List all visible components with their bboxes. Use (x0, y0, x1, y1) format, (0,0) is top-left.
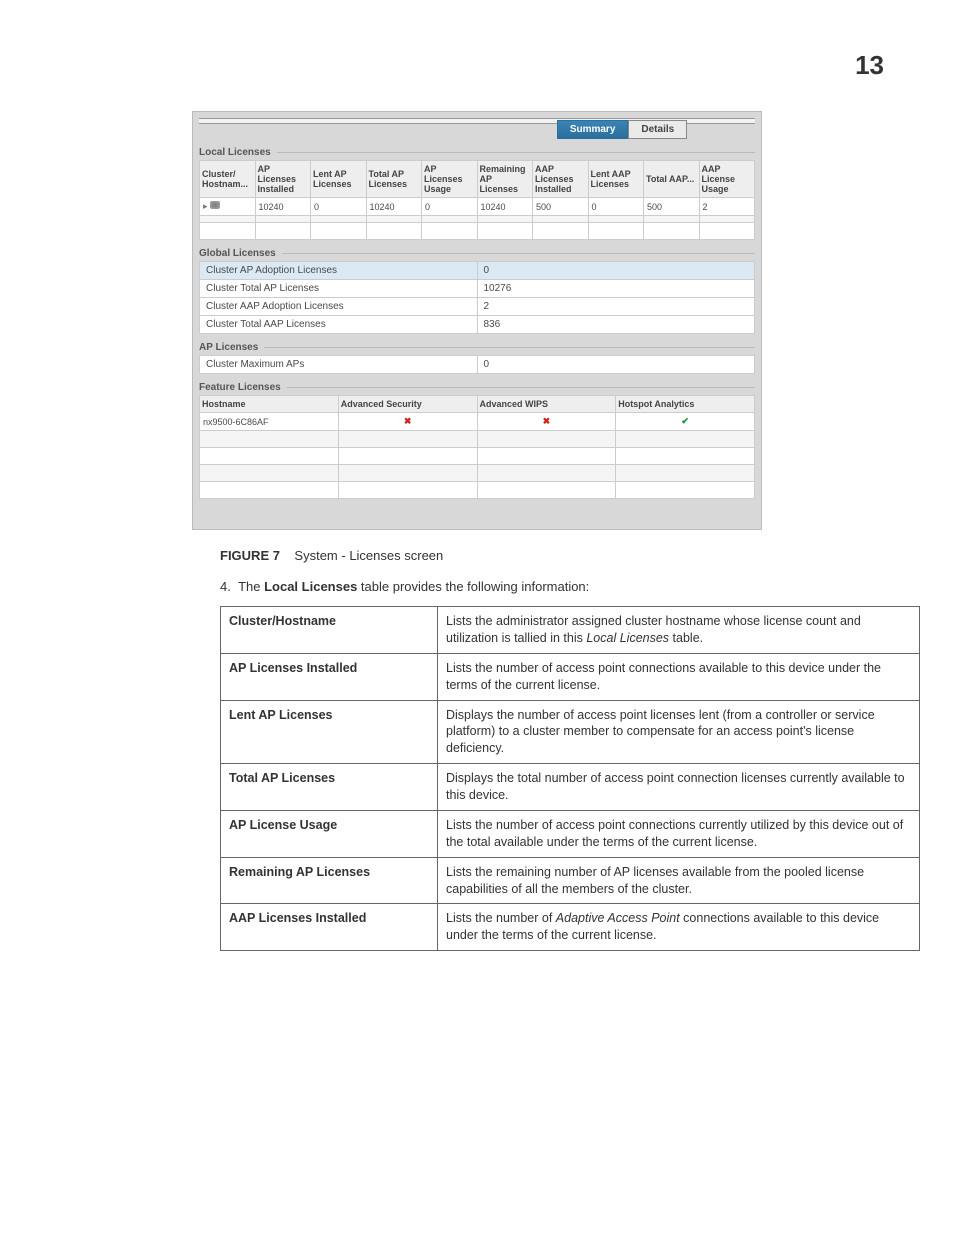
table-row: Cluster/Hostname Lists the administrator… (221, 607, 920, 654)
col-aap-installed: AAP Licenses Installed (533, 161, 589, 198)
col-cluster: Cluster/ Hostnam... (200, 161, 256, 198)
term: Remaining AP Licenses (221, 857, 438, 904)
global-licenses-label: Global Licenses (199, 248, 276, 259)
table-row: AP License Usage Lists the number of acc… (221, 810, 920, 857)
check-icon: ✔ (616, 413, 755, 431)
tab-summary[interactable]: Summary (557, 120, 629, 139)
table-row: Cluster Total AAP Licenses836 (200, 316, 755, 334)
term: AP Licenses Installed (221, 653, 438, 700)
cell: 2 (699, 198, 755, 216)
col-adv-wips: Advanced WIPS (477, 396, 616, 413)
col-ap-usage: AP Licenses Usage (422, 161, 478, 198)
tab-bar: Summary Details (489, 120, 755, 139)
cell: 0 (588, 198, 644, 216)
cell: 10240 (255, 198, 311, 216)
col-remaining-ap: Remaining AP Licenses (477, 161, 533, 198)
table-row: Lent AP Licenses Displays the number of … (221, 700, 920, 764)
cell: 500 (644, 198, 700, 216)
expand-icon[interactable]: ▸ (203, 201, 208, 212)
col-adv-security: Advanced Security (338, 396, 477, 413)
col-lent-aap: Lent AAP Licenses (588, 161, 644, 198)
table-row[interactable]: nx9500-6C86AF ✖ ✖ ✔ (200, 413, 755, 431)
cluster-cell: ▸ (200, 198, 256, 216)
col-lent-ap: Lent AP Licenses (311, 161, 367, 198)
table-row: Total AP Licenses Displays the total num… (221, 764, 920, 811)
table-row (200, 216, 755, 223)
cell: 0 (422, 198, 478, 216)
description: Displays the number of access point lice… (438, 700, 920, 764)
table-row: Remaining AP Licenses Lists the remainin… (221, 857, 920, 904)
cell: 0 (311, 198, 367, 216)
cell: 500 (533, 198, 589, 216)
table-row: Cluster AP Adoption Licenses0 (200, 262, 755, 280)
table-row: Cluster AAP Adoption Licenses2 (200, 298, 755, 316)
definitions-table: Cluster/Hostname Lists the administrator… (220, 606, 920, 951)
description: Lists the remaining number of AP license… (438, 857, 920, 904)
col-total-aap: Total AAP... (644, 161, 700, 198)
page-number: 13 (70, 50, 884, 81)
feature-licenses-label: Feature Licenses (199, 382, 281, 393)
cross-icon: ✖ (477, 413, 616, 431)
term: Total AP Licenses (221, 764, 438, 811)
term: Lent AP Licenses (221, 700, 438, 764)
local-licenses-label: Local Licenses (199, 147, 271, 158)
step-num: 4. (220, 579, 231, 594)
tab-details[interactable]: Details (628, 120, 687, 139)
table-row[interactable]: ▸ 10240 0 10240 0 10240 500 0 500 2 (200, 198, 755, 216)
ap-licenses-label: AP Licenses (199, 342, 258, 353)
description: Lists the number of Adaptive Access Poin… (438, 904, 920, 951)
description: Lists the number of access point connect… (438, 653, 920, 700)
description: Lists the administrator assigned cluster… (438, 607, 920, 654)
feature-licenses-table: Hostname Advanced Security Advanced WIPS… (199, 395, 755, 499)
step-4: 4. The Local Licenses table provides the… (220, 579, 920, 594)
description: Lists the number of access point connect… (438, 810, 920, 857)
col-hotspot: Hotspot Analytics (616, 396, 755, 413)
term: AP License Usage (221, 810, 438, 857)
col-total-ap: Total AP Licenses (366, 161, 422, 198)
col-hostname: Hostname (200, 396, 339, 413)
figure-label: FIGURE 7 (220, 548, 280, 563)
table-row (200, 465, 755, 482)
figure-text: System - Licenses screen (294, 548, 443, 563)
cell: 10240 (477, 198, 533, 216)
table-row (200, 223, 755, 240)
licenses-screenshot: Summary Details Local Licenses Cluster/ … (192, 111, 762, 530)
cross-icon: ✖ (338, 413, 477, 431)
global-licenses-table: Cluster AP Adoption Licenses0 Cluster To… (199, 261, 755, 334)
table-row (200, 431, 755, 448)
col-aap-usage: AAP License Usage (699, 161, 755, 198)
table-row: Cluster Maximum APs0 (200, 356, 755, 374)
cell: nx9500-6C86AF (200, 413, 339, 431)
table-row: Cluster Total AP Licenses10276 (200, 280, 755, 298)
device-icon (210, 201, 220, 209)
description: Displays the total number of access poin… (438, 764, 920, 811)
local-licenses-table: Cluster/ Hostnam... AP Licenses Installe… (199, 160, 755, 240)
table-row: AP Licenses Installed Lists the number o… (221, 653, 920, 700)
table-row: AAP Licenses Installed Lists the number … (221, 904, 920, 951)
figure-caption: FIGURE 7 System - Licenses screen (220, 548, 884, 563)
col-ap-installed: AP Licenses Installed (255, 161, 311, 198)
cell: 10240 (366, 198, 422, 216)
table-row (200, 448, 755, 465)
step-bold: Local Licenses (264, 579, 357, 594)
table-row (200, 482, 755, 499)
ap-licenses-table: Cluster Maximum APs0 (199, 355, 755, 374)
term: AAP Licenses Installed (221, 904, 438, 951)
term: Cluster/Hostname (221, 607, 438, 654)
